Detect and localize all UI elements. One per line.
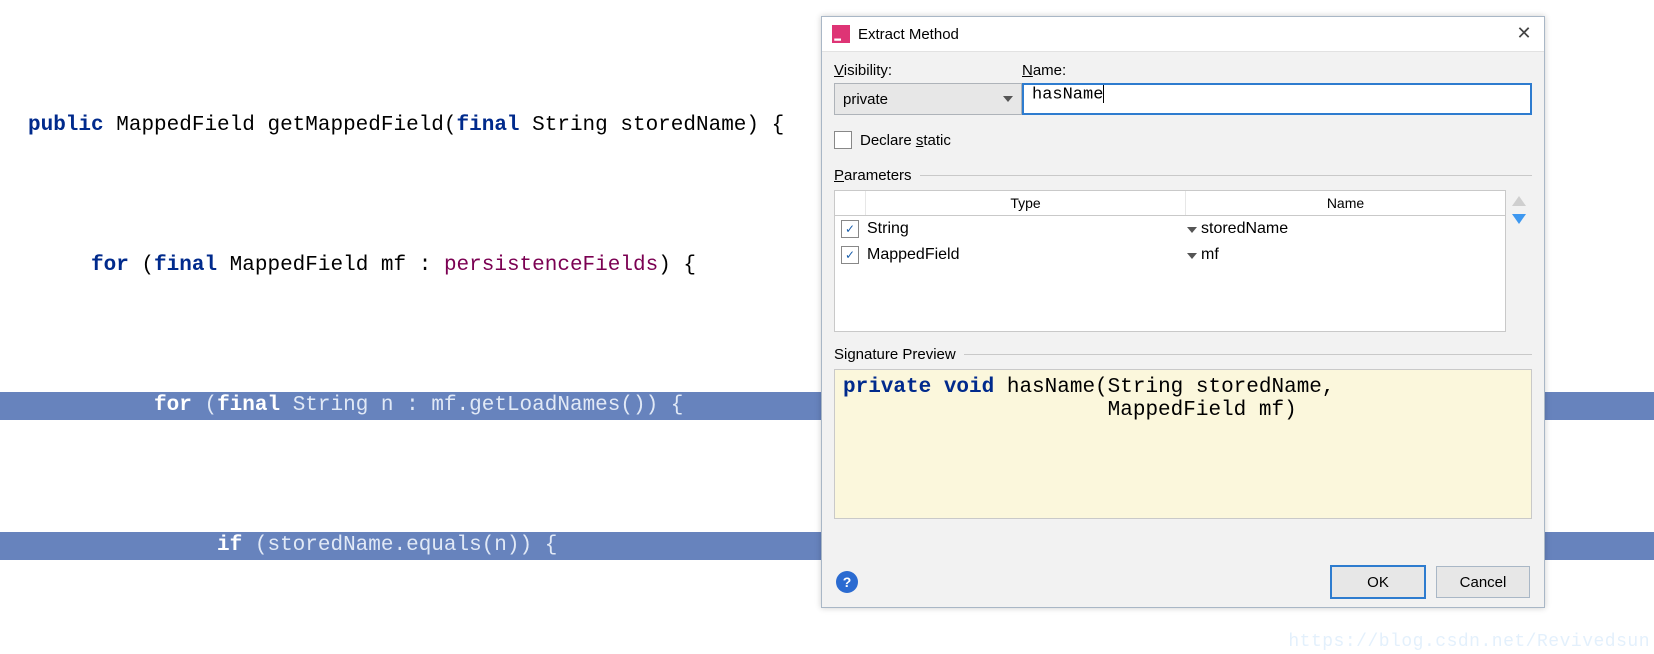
param-header-type: Type <box>866 191 1186 215</box>
signature-preview-label: Signature Preview <box>834 346 956 363</box>
name-input[interactable]: hasName <box>1022 83 1532 115</box>
name-label: Name: <box>1022 62 1532 79</box>
extract-method-dialog: Extract Method ✕ Visibility: private Nam… <box>821 16 1545 608</box>
titlebar[interactable]: Extract Method ✕ <box>822 17 1544 52</box>
dialog-title: Extract Method <box>858 26 1514 43</box>
cancel-button[interactable]: Cancel <box>1436 566 1530 598</box>
code-line: for (final MappedField mf : persistenceF… <box>28 252 696 280</box>
watermark: https://blog.csdn.net/Revivedsun <box>1288 632 1650 652</box>
parameters-table[interactable]: Type Name ✓ String storedName ✓ MappedFi… <box>834 190 1506 332</box>
param-row[interactable]: ✓ String storedName <box>835 216 1505 242</box>
signature-preview: private void hasName(String storedName, … <box>834 369 1532 519</box>
move-up-button[interactable] <box>1512 196 1526 206</box>
ij-icon <box>832 25 850 43</box>
param-header-name: Name <box>1186 191 1505 215</box>
declare-static-label: Declare static <box>860 132 951 149</box>
move-down-button[interactable] <box>1512 214 1526 224</box>
visibility-combo[interactable]: private <box>834 83 1022 115</box>
help-icon[interactable]: ? <box>836 571 858 593</box>
chevron-down-icon <box>1003 96 1013 102</box>
close-icon[interactable]: ✕ <box>1514 24 1534 44</box>
parameters-label: Parameters <box>834 167 912 184</box>
code-line: public MappedField getMappedField(final … <box>28 112 784 140</box>
param-row[interactable]: ✓ MappedField mf <box>835 242 1505 268</box>
visibility-label: Visibility: <box>834 62 1004 79</box>
declare-static-checkbox[interactable]: Declare static <box>834 131 1532 149</box>
ok-button[interactable]: OK <box>1330 565 1426 599</box>
checkbox-box <box>834 131 852 149</box>
